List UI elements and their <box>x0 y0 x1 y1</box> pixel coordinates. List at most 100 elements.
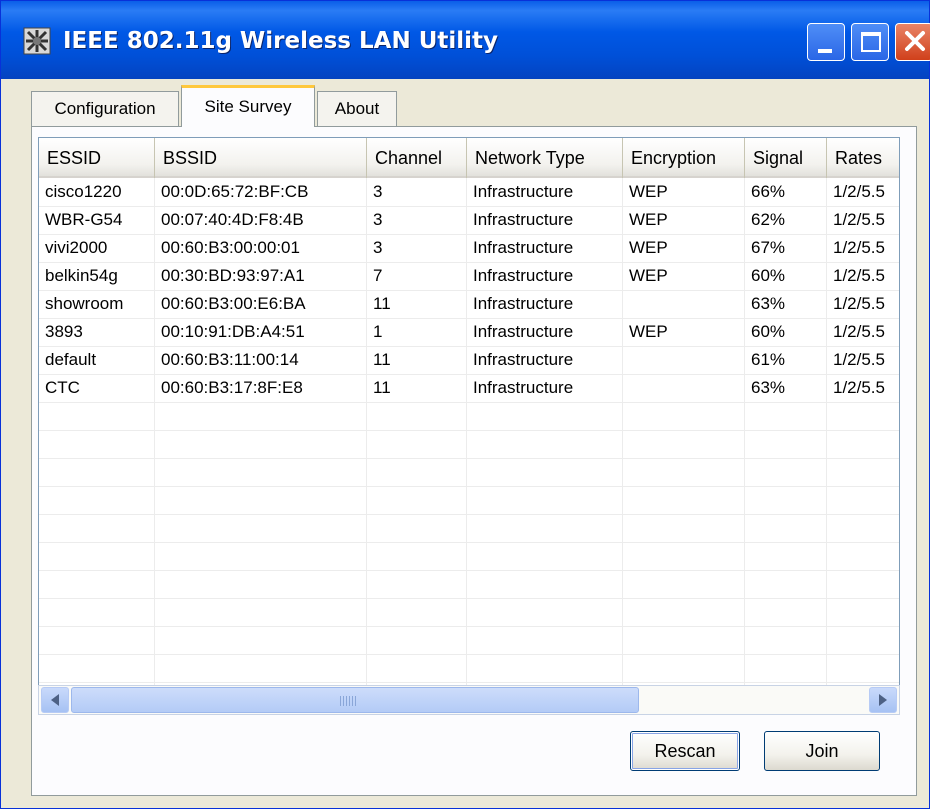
arrow-left-icon <box>51 694 59 706</box>
tab-configuration[interactable]: Configuration <box>31 91 179 127</box>
cell-bssid: 00:30:BD:93:97:A1 <box>161 266 305 285</box>
rescan-button[interactable]: Rescan <box>630 731 740 771</box>
cell-encryption: WEP <box>629 210 668 229</box>
cell-essid: default <box>45 350 97 369</box>
row-gridline <box>39 682 899 683</box>
table-row[interactable]: belkin54g 00:30:BD:93:97:A1 7 Infrastructur… <box>39 262 899 290</box>
row-gridline <box>39 598 899 599</box>
column-header-bssid[interactable]: BSSID <box>155 138 367 178</box>
cell-network-type: Infrastructure <box>473 350 574 369</box>
cell-essid: showroom <box>45 294 124 313</box>
window-title: IEEE 802.11g Wireless LAN Utility <box>63 28 499 54</box>
column-header-rates[interactable]: Rates <box>827 138 899 178</box>
column-header-essid[interactable]: ESSID <box>39 138 155 178</box>
row-gridline <box>39 486 899 487</box>
cell-encryption <box>623 374 745 402</box>
arrow-right-icon <box>879 694 887 706</box>
cell-network-type: Infrastructure <box>473 378 574 397</box>
cell-bssid: 00:0D:65:72:BF:CB <box>161 182 309 201</box>
cell-rates: 1/2/5.5 <box>833 294 885 313</box>
utility-window: IEEE 802.11g Wireless LAN Utility Config… <box>0 0 930 809</box>
cell-signal: 60% <box>751 266 786 285</box>
cell-rates: 1/2/5.5 <box>833 238 885 257</box>
scroll-right-button[interactable] <box>869 687 897 713</box>
cell-channel: 3 <box>373 182 383 201</box>
cell-rates: 1/2/5.5 <box>833 266 885 285</box>
column-header-network-type[interactable]: Network Type <box>467 138 623 178</box>
cell-encryption <box>623 346 745 374</box>
cell-bssid: 00:07:40:4D:F8:4B <box>161 210 304 229</box>
site-survey-list[interactable]: ESSID BSSID Channel Network Type Encrypt… <box>38 137 900 697</box>
row-gridline <box>39 430 899 431</box>
cell-bssid: 00:60:B3:00:00:01 <box>161 238 300 257</box>
site-survey-panel: ESSID BSSID Channel Network Type Encrypt… <box>31 126 917 796</box>
cell-network-type: Infrastructure <box>473 322 574 341</box>
cell-essid: cisco1220 <box>45 182 122 201</box>
cell-channel: 3 <box>373 210 383 229</box>
cell-channel: 7 <box>373 266 383 285</box>
row-gridline <box>39 570 899 571</box>
title-bar[interactable]: IEEE 802.11g Wireless LAN Utility <box>1 1 930 79</box>
cell-signal: 62% <box>751 210 786 229</box>
cell-channel: 11 <box>373 350 391 369</box>
horizontal-scrollbar[interactable] <box>38 685 900 715</box>
minimize-button[interactable] <box>807 23 845 61</box>
tab-site-survey[interactable]: Site Survey <box>181 85 315 127</box>
cell-encryption: WEP <box>629 182 668 201</box>
maximize-icon <box>861 32 881 52</box>
cell-signal: 66% <box>751 182 786 201</box>
table-row[interactable]: WBR-G54 00:07:40:4D:F8:4B 3 Infrastructure W… <box>39 206 899 234</box>
cell-bssid: 00:60:B3:17:8F:E8 <box>161 378 303 397</box>
row-gridline <box>39 402 899 403</box>
wireless-card-icon <box>23 27 51 55</box>
cell-bssid: 00:10:91:DB:A4:51 <box>161 322 305 341</box>
table-row[interactable]: vivi2000 00:60:B3:00:00:01 3 Infrastructure… <box>39 234 899 262</box>
table-row[interactable]: 3893 00:10:91:DB:A4:51 1 Infrastructure WEP 6… <box>39 318 899 346</box>
table-row[interactable]: cisco1220 00:0D:65:72:BF:CB 3 Infrastructur… <box>39 178 899 206</box>
cell-network-type: Infrastructure <box>473 266 574 285</box>
column-header-signal[interactable]: Signal <box>745 138 827 178</box>
cell-network-type: Infrastructure <box>473 238 574 257</box>
close-button[interactable] <box>895 23 930 61</box>
cell-rates: 1/2/5.5 <box>833 322 885 341</box>
cell-rates: 1/2/5.5 <box>833 378 885 397</box>
row-gridline <box>39 626 899 627</box>
column-header-channel[interactable]: Channel <box>367 138 467 178</box>
grip-icon <box>340 696 356 706</box>
table-row[interactable]: CTC 00:60:B3:17:8F:E8 11 Infrastructure 63% 1… <box>39 374 899 402</box>
row-gridline <box>39 654 899 655</box>
scroll-left-button[interactable] <box>41 687 69 713</box>
table-row[interactable]: showroom 00:60:B3:00:E6:BA 11 Infrastructur… <box>39 290 899 318</box>
minimize-icon <box>818 49 832 53</box>
maximize-button[interactable] <box>851 23 889 61</box>
cell-signal: 61% <box>751 350 786 369</box>
cell-essid: 3893 <box>45 322 83 341</box>
cell-rates: 1/2/5.5 <box>833 182 885 201</box>
cell-signal: 67% <box>751 238 786 257</box>
cell-encryption <box>623 290 745 318</box>
cell-essid: CTC <box>45 378 80 397</box>
close-icon <box>905 31 925 51</box>
cell-channel: 1 <box>373 322 383 341</box>
cell-encryption: WEP <box>629 322 668 341</box>
join-button[interactable]: Join <box>764 731 880 771</box>
cell-essid: WBR-G54 <box>45 210 123 229</box>
cell-encryption: WEP <box>629 238 668 257</box>
cell-signal: 60% <box>751 322 786 341</box>
cell-channel: 11 <box>373 294 391 313</box>
scrollbar-thumb[interactable] <box>71 687 639 713</box>
cell-network-type: Infrastructure <box>473 210 574 229</box>
cell-signal: 63% <box>751 294 786 313</box>
cell-network-type: Infrastructure <box>473 294 574 313</box>
cell-rates: 1/2/5.5 <box>833 350 885 369</box>
cell-rates: 1/2/5.5 <box>833 210 885 229</box>
cell-essid: vivi2000 <box>45 238 108 257</box>
list-header: ESSID BSSID Channel Network Type Encrypt… <box>39 138 899 178</box>
tab-about[interactable]: About <box>317 91 397 127</box>
column-header-encryption[interactable]: Encryption <box>623 138 745 178</box>
table-row[interactable]: default 00:60:B3:11:00:14 11 Infrastructure… <box>39 346 899 374</box>
cell-bssid: 00:60:B3:00:E6:BA <box>161 294 306 313</box>
row-gridline <box>39 542 899 543</box>
cell-encryption: WEP <box>629 266 668 285</box>
cell-network-type: Infrastructure <box>473 182 574 201</box>
